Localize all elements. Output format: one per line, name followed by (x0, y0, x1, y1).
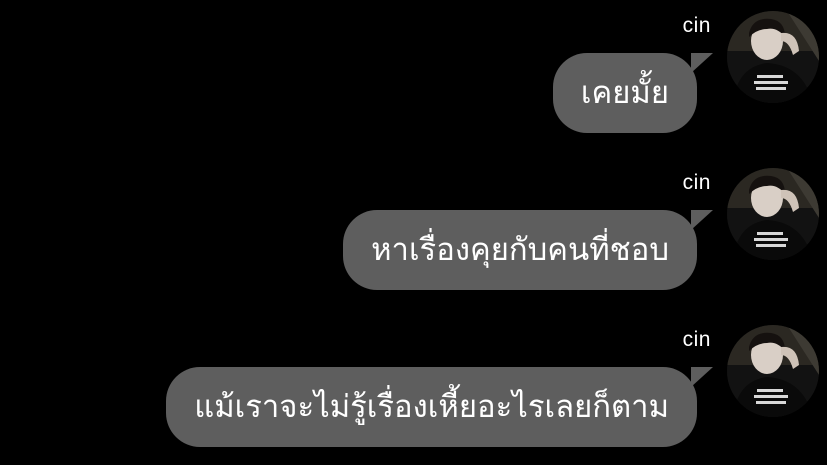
avatar[interactable] (727, 11, 819, 103)
chat-message: cin แม้เราจะไม่รู้เรื่องเหี้ยอะไรเลยก็ตา… (0, 324, 827, 464)
message-text: เคยมั้ย (552, 53, 697, 133)
bubble-tail (691, 367, 713, 387)
sender-name: cin (682, 171, 711, 194)
avatar-photo-icon (727, 325, 819, 417)
message-bubble[interactable]: เคยมั้ย (552, 53, 713, 133)
bubble-tail (691, 210, 713, 230)
avatar[interactable] (727, 325, 819, 417)
bubble-tail (691, 53, 713, 73)
message-text: แม้เราจะไม่รู้เรื่องเหี้ยอะไรเลยก็ตาม (166, 367, 697, 447)
chat-message: cin หาเรื่องคุยกับคนที่ชอบ (0, 167, 827, 307)
sender-name: cin (682, 14, 711, 37)
message-bubble[interactable]: หาเรื่องคุยกับคนที่ชอบ (343, 210, 713, 290)
message-bubble[interactable]: แม้เราจะไม่รู้เรื่องเหี้ยอะไรเลยก็ตาม (166, 367, 713, 447)
avatar-photo-icon (727, 11, 819, 103)
sender-name: cin (682, 328, 711, 351)
chat-message: cin เคยมั้ย (0, 10, 827, 150)
avatar-photo-icon (727, 168, 819, 260)
message-text: หาเรื่องคุยกับคนที่ชอบ (343, 210, 697, 290)
avatar[interactable] (727, 168, 819, 260)
